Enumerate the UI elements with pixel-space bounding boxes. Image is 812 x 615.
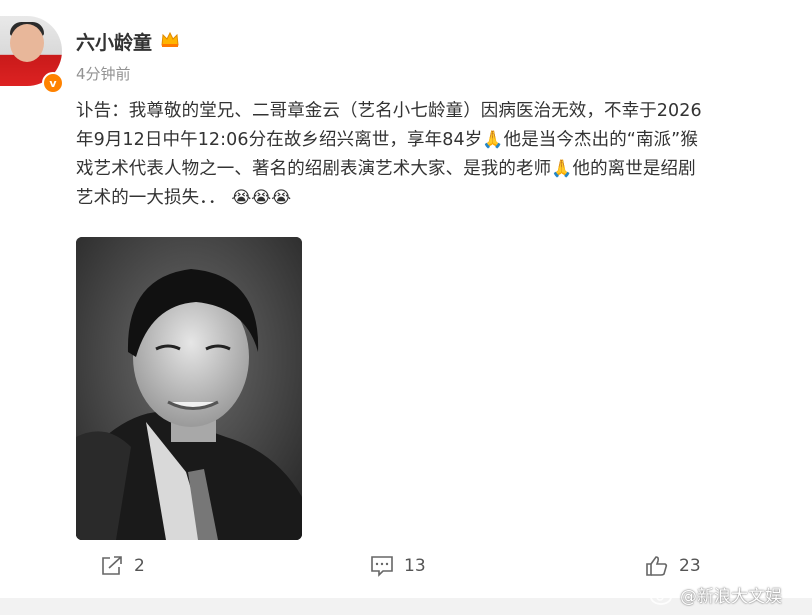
portrait-image [76,237,302,540]
share-button[interactable]: 2 [100,548,145,584]
crying-emoji-icon: 😭 [271,188,292,208]
comment-count: 13 [404,556,426,576]
post-line: 年9月12日中午12:06分在故乡绍兴离世，享年84岁🙏他是当今杰出的“南派”猴 [76,130,698,150]
weibo-logo-icon [650,586,674,605]
post-text: 讣告：我尊敬的堂兄、二哥章金云（艺名小七龄童）因病医治无效，不幸于2026 年9… [76,97,806,213]
watermark: @新浪大文娱 [650,582,782,607]
pray-emoji-icon: 🙏 [482,130,504,150]
crying-emoji-icon: 😭 [231,188,252,208]
watermark-text: @新浪大文娱 [680,587,782,607]
crying-emoji-icon: 😭 [251,188,272,208]
post-line: 艺术的一大损失．． 😭😭😭 [76,188,292,208]
share-count: 2 [134,556,145,576]
crown-icon [160,30,180,48]
post-timestamp[interactable]: 4分钟前 [76,63,131,84]
username[interactable]: 六小龄童 [76,28,152,55]
share-icon [102,556,122,575]
action-bar: 2 13 23 [0,548,812,584]
post-line: 讣告：我尊敬的堂兄、二哥章金云（艺名小七龄童）因病医治无效，不幸于2026 [76,101,702,121]
pray-emoji-icon: 🙏 [551,159,573,179]
avatar-face [10,24,44,62]
post-photo[interactable] [76,237,302,540]
like-button[interactable]: 23 [645,548,701,584]
thumbs-up-icon [646,556,668,576]
comment-button[interactable]: 13 [370,548,426,584]
comment-icon [371,556,393,577]
post-line: 戏艺术代表人物之一、著名的绍剧表演艺术大家、是我的老师🙏他的离世是绍剧 [76,159,696,179]
verified-badge-icon: v [42,72,64,94]
like-count: 23 [679,556,701,576]
